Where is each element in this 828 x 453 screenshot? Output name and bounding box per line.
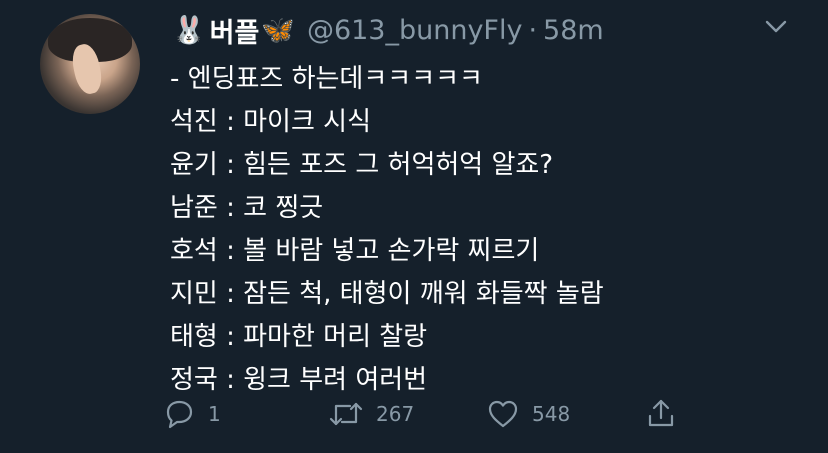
like-count: 548 (532, 402, 571, 426)
tweet-timestamp[interactable]: 58m (543, 15, 604, 46)
author-name[interactable]: 버플 (210, 11, 260, 50)
tweet-actions: 1 267 548 (162, 392, 702, 436)
retweet-icon (329, 402, 363, 426)
share-icon (648, 399, 674, 427)
chevron-down-icon[interactable] (756, 12, 796, 42)
reply-count: 1 (208, 402, 221, 426)
butterfly-emoji-icon: 🦋 (261, 15, 295, 46)
retweet-count: 267 (376, 402, 415, 426)
tweet-line: 태형 : 파마한 머리 찰랑 (170, 322, 428, 352)
tweet-line: 석진 : 마이크 시식 (170, 107, 371, 137)
like-button[interactable]: 548 (486, 392, 570, 436)
avatar[interactable] (40, 14, 140, 114)
tweet-line: 남준 : 코 찡긋 (170, 193, 324, 223)
tweet-line: 윤기 : 힘든 포즈 그 허억허억 알죠? (170, 150, 554, 180)
bunny-emoji-icon: 🐰 (172, 15, 206, 46)
tweet-header: 🐰 버플 🦋 @613_bunnyFly · 58m (172, 10, 604, 50)
tweet-line: 호석 : 볼 바람 넣고 손가락 찌르기 (170, 236, 540, 266)
reply-button[interactable]: 1 (162, 392, 221, 436)
tweet-line: - 엔딩표즈 하는데ㅋㅋㅋㅋㅋ (170, 64, 483, 94)
author-handle[interactable]: @613_bunnyFly (307, 15, 523, 46)
tweet-text: - 엔딩표즈 하는데ㅋㅋㅋㅋㅋ 석진 : 마이크 시식 윤기 : 힘든 포즈 그… (170, 58, 810, 402)
reply-icon (166, 400, 193, 429)
retweet-button[interactable]: 267 (328, 392, 414, 436)
separator-dot: · (528, 14, 538, 46)
tweet-line: 지민 : 잠든 척, 태형이 깨워 화들짝 놀람 (170, 279, 604, 309)
tweet[interactable]: 🐰 버플 🦋 @613_bunnyFly · 58m - 엔딩표즈 하는데ㅋㅋㅋ… (0, 0, 828, 453)
heart-icon (488, 400, 518, 428)
share-button[interactable] (646, 392, 676, 436)
